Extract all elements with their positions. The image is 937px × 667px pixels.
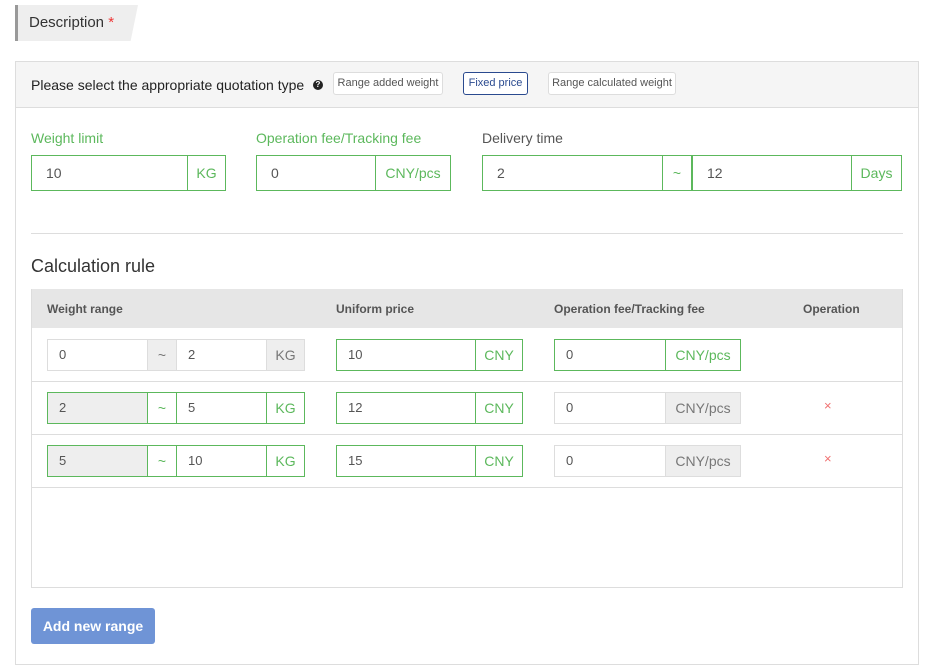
fee-input[interactable]: 0 (554, 339, 666, 371)
row-divider (32, 487, 902, 488)
header-uniform-price: Uniform price (336, 302, 415, 316)
type-fixed-price-button[interactable]: Fixed price (463, 72, 528, 95)
weight-from-input[interactable]: 0 (47, 339, 148, 371)
description-section-tab: Description * (15, 5, 138, 41)
weight-separator: ~ (147, 392, 177, 424)
row-divider (32, 434, 902, 435)
weight-to-input[interactable]: 10 (176, 445, 267, 477)
header-operation: Operation (803, 302, 860, 316)
weight-limit-unit: KG (187, 155, 226, 191)
weight-unit: KG (266, 445, 305, 477)
delivery-to-input[interactable]: 12 (692, 155, 852, 191)
op-fee-input[interactable]: 0 (256, 155, 376, 191)
weight-limit-input[interactable]: 10 (31, 155, 188, 191)
price-input[interactable]: 15 (336, 445, 476, 477)
weight-unit: KG (266, 392, 305, 424)
fee-input[interactable]: 0 (554, 445, 666, 477)
description-label: Description (29, 14, 105, 31)
type-range-calculated-weight-button[interactable]: Range calculated weight (548, 72, 676, 95)
fee-input[interactable]: 0 (554, 392, 666, 424)
weight-separator: ~ (147, 339, 177, 371)
weight-separator: ~ (147, 445, 177, 477)
weight-limit-label: Weight limit (31, 130, 104, 146)
fee-unit: CNY/pcs (665, 392, 741, 424)
calculation-rule-title: Calculation rule (31, 256, 156, 276)
delete-row-icon[interactable]: × (824, 451, 832, 466)
price-unit: CNY (475, 445, 523, 477)
price-input[interactable]: 12 (336, 392, 476, 424)
delivery-separator: ~ (662, 155, 692, 191)
weight-from-input: 2 (47, 392, 148, 424)
price-input[interactable]: 10 (336, 339, 476, 371)
required-marker: * (108, 14, 115, 31)
fee-unit: CNY/pcs (665, 339, 741, 371)
calculation-table (31, 289, 903, 588)
delivery-from-input[interactable]: 2 (482, 155, 663, 191)
type-range-added-weight-button[interactable]: Range added weight (333, 72, 443, 95)
divider (31, 233, 903, 234)
delete-row-icon[interactable]: × (824, 398, 832, 413)
help-icon[interactable]: ? (313, 80, 323, 90)
weight-to-input[interactable]: 5 (176, 392, 267, 424)
delivery-time-label: Delivery time (482, 130, 563, 146)
table-header (32, 289, 902, 328)
fee-unit: CNY/pcs (665, 445, 741, 477)
delivery-unit: Days (851, 155, 902, 191)
op-fee-label: Operation fee/Tracking fee (256, 130, 422, 146)
add-new-range-button[interactable]: Add new range (31, 608, 155, 644)
weight-unit: KG (266, 339, 305, 371)
header-op-fee: Operation fee/Tracking fee (554, 302, 705, 316)
op-fee-unit: CNY/pcs (375, 155, 451, 191)
weight-from-input: 5 (47, 445, 148, 477)
header-weight-range: Weight range (47, 302, 123, 316)
price-unit: CNY (475, 392, 523, 424)
price-unit: CNY (475, 339, 523, 371)
quotation-type-prompt: Please select the appropriate quotation … (31, 77, 305, 93)
weight-to-input[interactable]: 2 (176, 339, 267, 371)
row-divider (32, 381, 902, 382)
